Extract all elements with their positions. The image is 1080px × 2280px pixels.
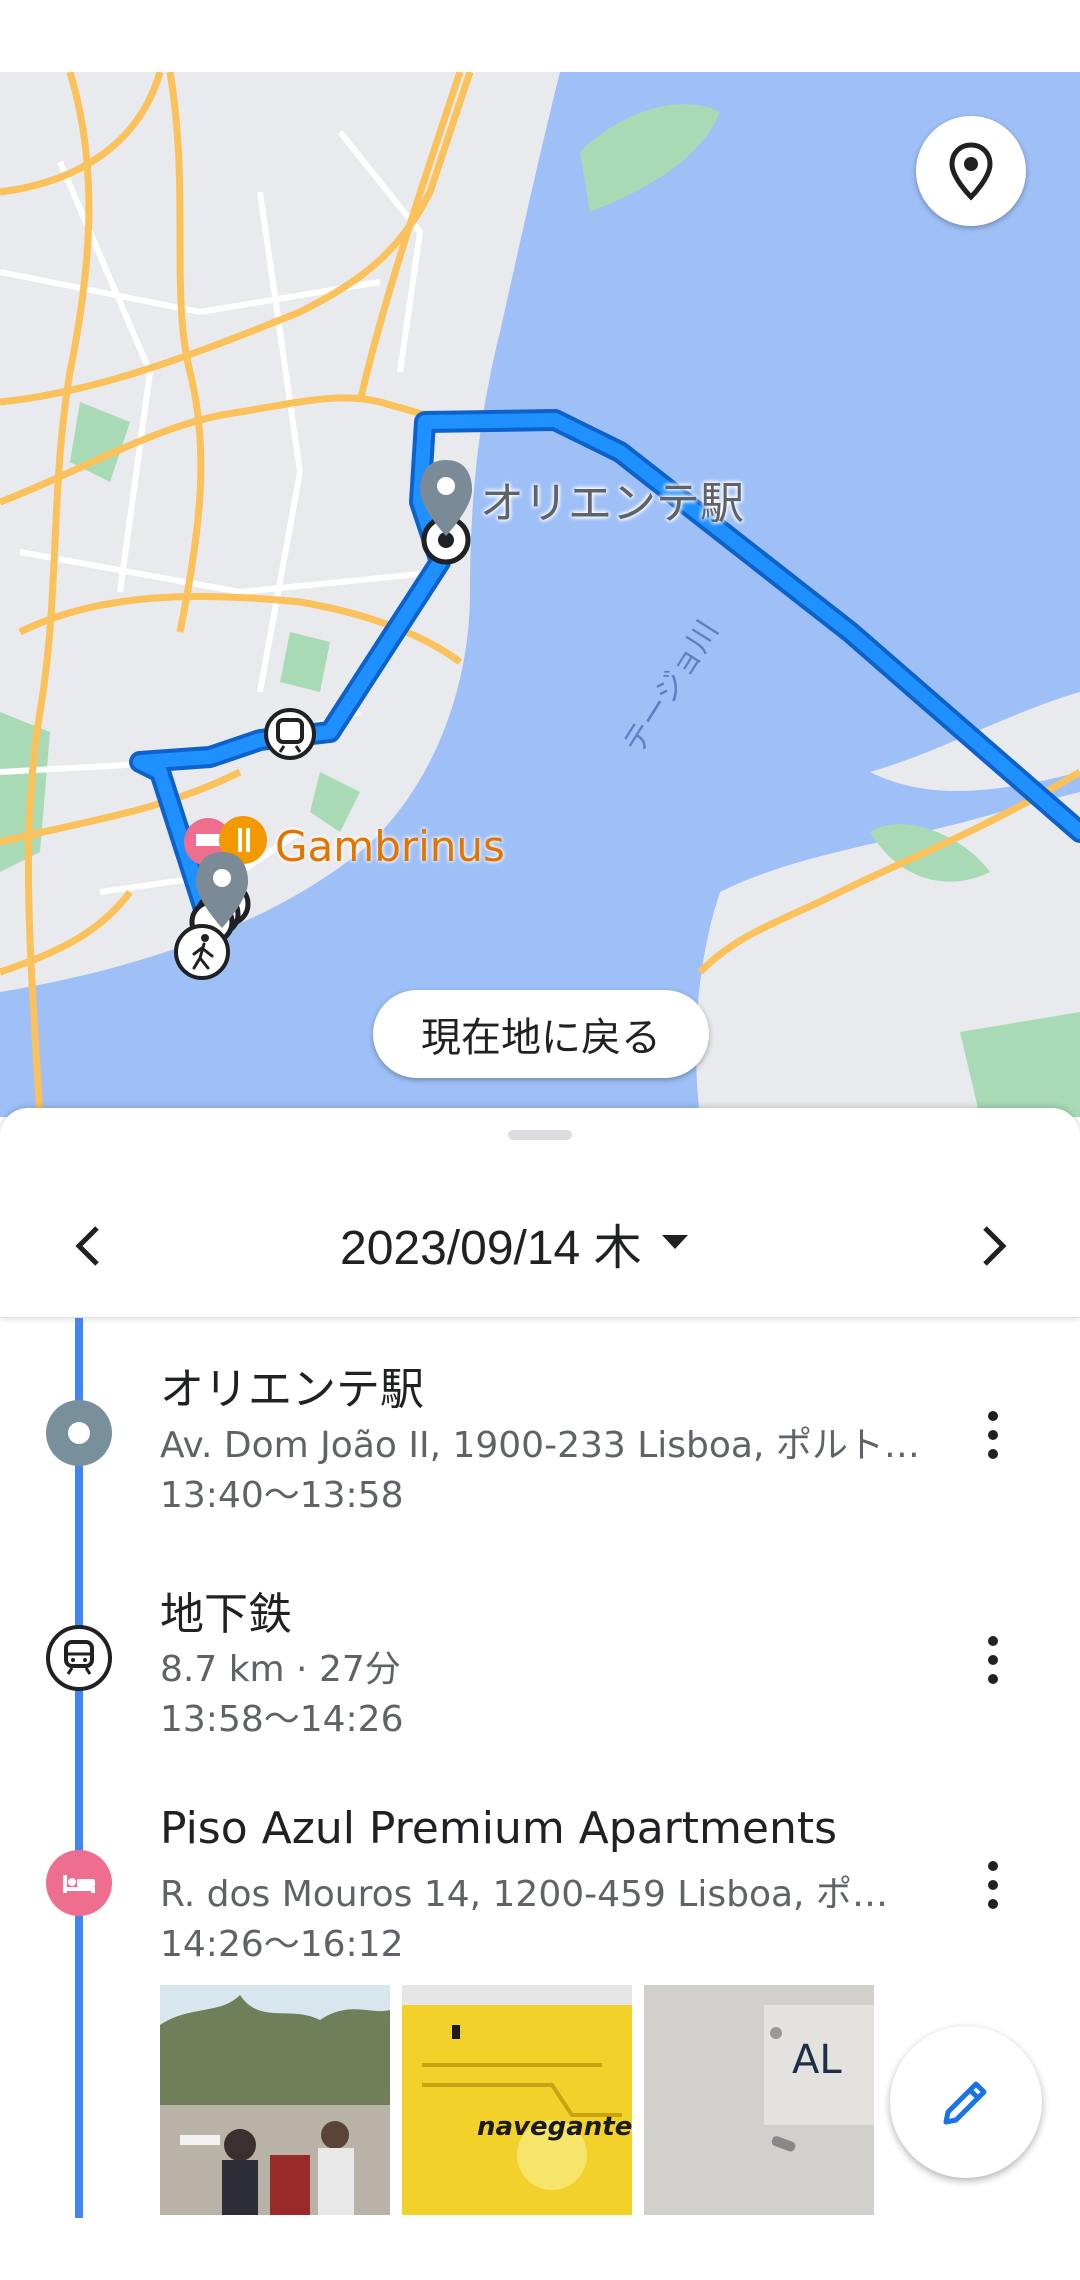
date-bar: 2023/09/14 木 xyxy=(0,1168,1080,1318)
cafe-terrace-photo[interactable] xyxy=(160,1985,390,2215)
navegante-text: navegante xyxy=(477,2112,632,2142)
entry-time: 13:58〜14:26 xyxy=(160,1699,404,1740)
entry-title: オリエンテ駅 xyxy=(160,1364,424,1415)
status-bar xyxy=(0,0,1080,72)
al-sign-text: AL xyxy=(792,2037,842,2083)
more-options-button[interactable] xyxy=(970,1400,1016,1470)
more-options-button[interactable] xyxy=(970,1625,1016,1695)
entry-time: 13:40〜13:58 xyxy=(160,1475,404,1516)
place-pin-icon xyxy=(949,142,993,201)
chevron-left-icon xyxy=(75,1226,99,1266)
timeline-sheet: 2023/09/14 木 オリエンテ駅 Av. Dom João II, 190… xyxy=(0,1108,1080,2280)
entry-address: Av. Dom João II, 1900-233 Lisboa, ポルト… xyxy=(160,1425,920,1466)
next-day-button[interactable] xyxy=(966,1218,1022,1274)
entry-title: Piso Azul Premium Apartments xyxy=(160,1803,838,1854)
date-selector[interactable]: 2023/09/14 木 xyxy=(340,1208,690,1278)
date-label: 2023/09/14 木 xyxy=(340,1222,642,1275)
place-pin-button[interactable] xyxy=(916,116,1026,226)
entry-time: 14:26〜16:12 xyxy=(160,1924,404,1965)
pencil-icon xyxy=(943,2081,987,2125)
map-view[interactable]: オリエンテ駅 テージョ川 Gambrinus 現在地に戻る xyxy=(0,72,1080,1117)
previous-day-button[interactable] xyxy=(60,1218,116,1274)
place-dot-icon xyxy=(46,1400,112,1466)
subway-icon xyxy=(46,1625,112,1691)
more-options-button[interactable] xyxy=(970,1850,1016,1920)
entry-detail: 8.7 km · 27分 xyxy=(160,1649,401,1690)
entry-address: R. dos Mouros 14, 1200-459 Lisboa, ポル… xyxy=(160,1874,920,1915)
dropdown-arrow-icon xyxy=(661,1235,688,1249)
poi-map-label[interactable]: Gambrinus xyxy=(275,822,505,871)
photo-strip: navegante AL xyxy=(160,1985,874,2215)
hotel-icon xyxy=(46,1850,112,1916)
recenter-button[interactable]: 現在地に戻る xyxy=(373,990,709,1078)
drag-handle[interactable] xyxy=(508,1130,572,1140)
entry-title: 地下鉄 xyxy=(160,1589,292,1640)
station-map-label: オリエンテ駅 xyxy=(480,478,744,529)
al-sign-photo[interactable]: AL xyxy=(644,1985,874,2215)
navegante-card-photo[interactable]: navegante xyxy=(402,1985,632,2215)
edit-button[interactable] xyxy=(890,2026,1042,2178)
map-canvas xyxy=(0,72,1080,1117)
chevron-right-icon xyxy=(983,1226,1007,1266)
